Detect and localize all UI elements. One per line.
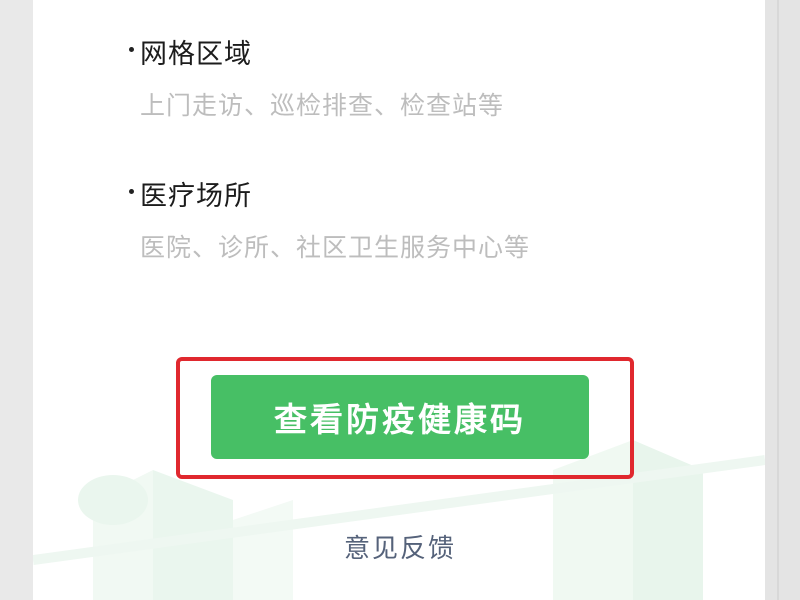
scene-title-row: 网格区域 — [129, 30, 649, 72]
scene-description: 医院、诊所、社区卫生服务中心等 — [140, 233, 531, 262]
scene-title: 网格区域 — [140, 38, 252, 70]
bullet-dot-icon — [129, 46, 134, 52]
feedback-link[interactable]: 意见反馈 — [300, 528, 500, 565]
scene-title-row: 医疗场所 — [129, 172, 649, 214]
scene-description: 上门走访、巡检排查、检查站等 — [140, 91, 505, 120]
main-card: 网格区域 上门走访、巡检排查、检查站等 医疗场所 医院、诊所、社区卫生服务中心等… — [33, 0, 765, 600]
scene-item-grid-area: 网格区域 上门走访、巡检排查、检查站等 — [129, 30, 649, 122]
red-highlight-annotation — [176, 357, 634, 479]
window-right-edge — [765, 0, 800, 600]
bullet-dot-icon — [129, 188, 134, 194]
window-left-edge — [0, 0, 33, 600]
scene-item-medical-sites: 医疗场所 医院、诊所、社区卫生服务中心等 — [129, 172, 649, 264]
scene-title: 医疗场所 — [140, 180, 252, 212]
